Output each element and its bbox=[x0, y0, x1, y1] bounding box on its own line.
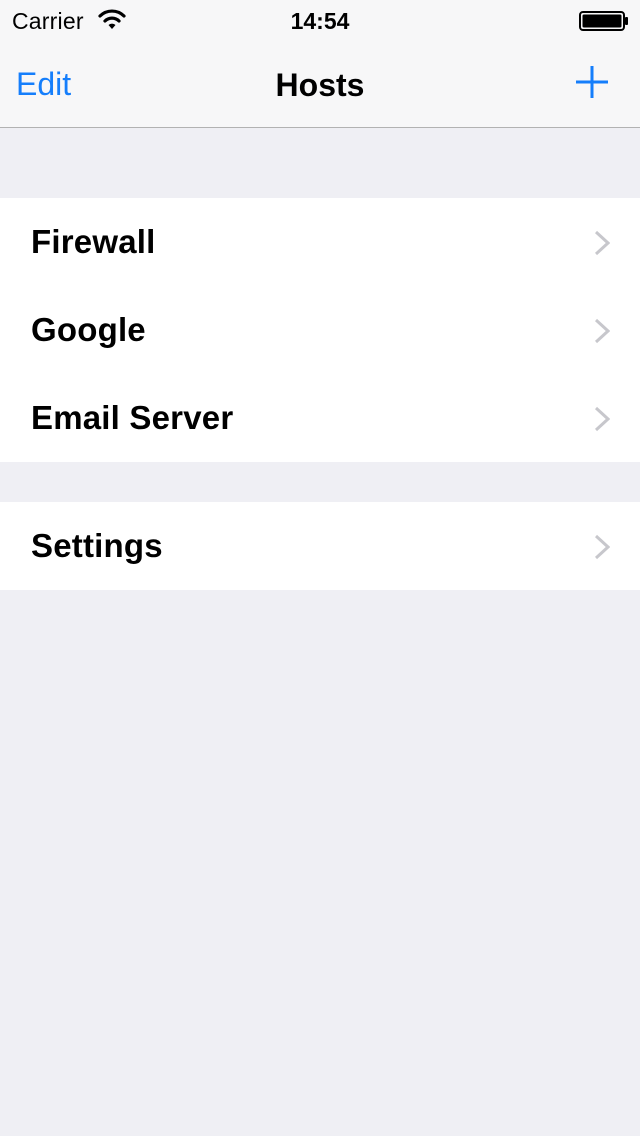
settings-row[interactable]: Settings bbox=[0, 502, 640, 590]
host-row-firewall[interactable]: Firewall bbox=[0, 198, 640, 286]
host-label: Google bbox=[31, 311, 146, 348]
host-label: Email Server bbox=[31, 399, 234, 436]
navigation-bar: Edit Hosts bbox=[0, 40, 640, 128]
host-label: Firewall bbox=[31, 223, 156, 260]
page-title: Hosts bbox=[275, 67, 365, 103]
settings-list: Settings bbox=[0, 502, 640, 590]
chevron-right-icon bbox=[594, 318, 610, 344]
plus-icon[interactable] bbox=[574, 64, 610, 100]
status-time: 14:54 bbox=[290, 8, 350, 34]
chevron-right-icon bbox=[594, 406, 610, 432]
battery-icon bbox=[579, 11, 628, 31]
chevron-right-icon bbox=[594, 230, 610, 256]
host-row-email-server[interactable]: Email Server bbox=[0, 374, 640, 462]
hosts-list: Firewall Google Email Server bbox=[0, 198, 640, 462]
chevron-right-icon bbox=[594, 534, 610, 560]
host-row-google[interactable]: Google bbox=[0, 286, 640, 374]
settings-label: Settings bbox=[31, 527, 163, 564]
top-bar: Carrier 14:54 Edit Hosts bbox=[0, 0, 640, 128]
status-bar: Carrier 14:54 bbox=[0, 0, 640, 40]
